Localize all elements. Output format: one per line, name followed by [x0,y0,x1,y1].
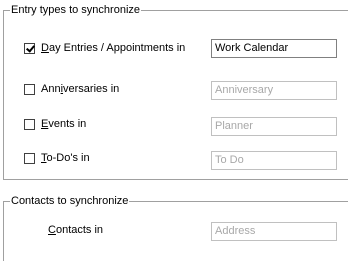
day-entries-field[interactable]: Work Calendar [211,39,337,58]
contacts-field: Address [211,222,337,241]
events-checkbox-row[interactable]: Events in [24,116,86,132]
todos-checkbox-row[interactable]: To-Do's in [24,150,90,166]
day-entries-label[interactable]: Day Entries / Appointments in [41,40,185,56]
anniversaries-field: Anniversary [211,81,337,100]
contacts-group-title: Contacts to synchronize [10,195,130,208]
todos-checkbox[interactable] [24,152,35,164]
contacts-row: Contacts in [48,222,103,238]
todos-label[interactable]: To-Do's in [41,150,90,166]
entry-types-group-title: Entry types to synchronize [10,4,142,17]
anniversaries-checkbox[interactable] [24,83,35,95]
events-field: Planner [211,117,337,136]
day-entries-checkbox-row[interactable]: Day Entries / Appointments in [24,40,185,56]
anniversaries-label[interactable]: Anniversaries in [41,81,119,97]
contacts-label: Contacts in [48,224,104,236]
events-checkbox[interactable] [24,118,35,130]
anniversaries-checkbox-row[interactable]: Anniversaries in [24,81,119,97]
todos-field: To Do [211,151,337,170]
day-entries-checkbox[interactable] [24,42,35,54]
events-label[interactable]: Events in [41,116,86,132]
